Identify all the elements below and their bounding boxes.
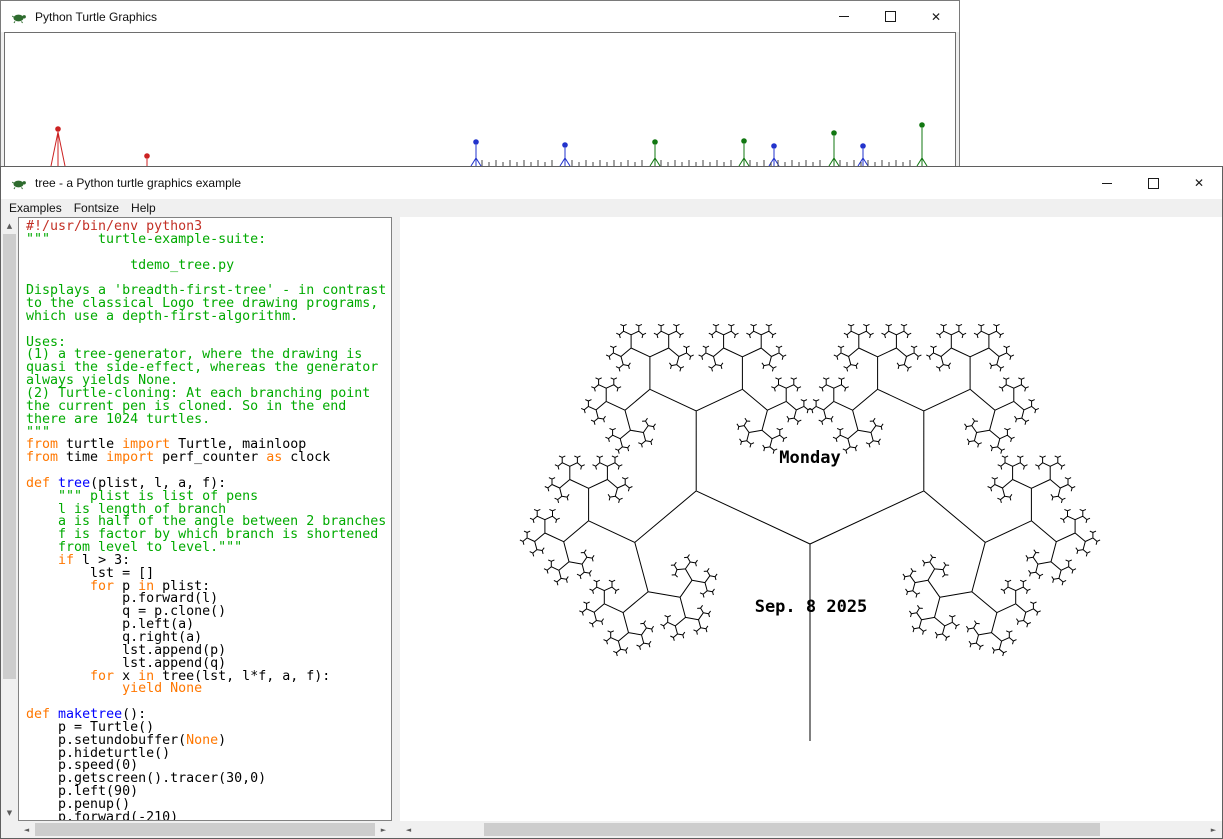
fractal-tree-path (520, 324, 1100, 741)
code-line: there are 1024 turtles. (26, 414, 391, 427)
menubar: Examples Fontsize Help (1, 199, 1222, 217)
menu-fontsize[interactable]: Fontsize (68, 201, 125, 215)
turtle-dot (562, 142, 568, 148)
window-content: ▲ ▼ #!/usr/bin/env python3""" turtle-exa… (1, 217, 1222, 838)
code-line: tdemo_tree.py (26, 260, 391, 273)
fg-maximize-button[interactable] (1130, 167, 1176, 199)
canvas-horizontal-scrollbar[interactable]: ◄ ► (400, 821, 1222, 838)
editor-horizontal-scrollbar[interactable]: ◄ ► (18, 821, 392, 838)
canvas-hscroll-thumb[interactable] (484, 823, 1100, 836)
scroll-left-icon[interactable]: ◄ (400, 821, 417, 838)
pane-sash[interactable] (392, 217, 400, 821)
minimize-icon (1102, 183, 1112, 184)
scroll-down-icon[interactable]: ▼ (1, 804, 18, 821)
bg-window-title: Python Turtle Graphics (35, 10, 157, 24)
code-line: from time import perf_counter as clock (26, 452, 391, 465)
scroll-up-icon[interactable]: ▲ (1, 217, 18, 234)
turtle-dot (741, 138, 747, 144)
turtle-icon (11, 9, 27, 25)
turtle-dot (55, 126, 61, 132)
turtle-icon (11, 175, 27, 191)
code-line: p.forward(-210) (26, 812, 391, 821)
code-line: """ turtle-example-suite: (26, 234, 391, 247)
turtle-canvas[interactable]: Monday Sep. 8 2025 (400, 217, 1222, 821)
scroll-left-icon[interactable]: ◄ (18, 821, 35, 838)
fg-titlebar[interactable]: tree - a Python turtle graphics example … (1, 167, 1222, 199)
turtle-dot (860, 143, 866, 149)
turtle-dot (919, 122, 925, 128)
fractal-tree-svg: Monday Sep. 8 2025 (400, 217, 1222, 821)
vertical-scrollbar-thumb[interactable] (3, 234, 16, 679)
scroll-right-icon[interactable]: ► (1205, 821, 1222, 838)
editor-hscroll-thumb[interactable] (35, 823, 375, 836)
fg-window-controls: ✕ (1084, 167, 1222, 199)
maximize-icon (1148, 178, 1159, 189)
menu-help[interactable]: Help (125, 201, 162, 215)
menu-examples[interactable]: Examples (3, 201, 68, 215)
fg-close-button[interactable]: ✕ (1176, 167, 1222, 199)
canvas-label: Monday (779, 448, 840, 468)
code-editor[interactable]: #!/usr/bin/env python3""" turtle-example… (18, 217, 392, 821)
turtle-dot (144, 153, 150, 159)
fg-window-title: tree - a Python turtle graphics example (35, 176, 241, 190)
code-line: which use a depth-first-algorithm. (26, 311, 391, 324)
turtle-dot (771, 143, 777, 149)
close-icon: ✕ (1194, 177, 1204, 189)
turtle-dot (652, 139, 658, 145)
close-icon: ✕ (931, 11, 941, 23)
bg-minimize-button[interactable] (821, 1, 867, 32)
tree-example-window[interactable]: tree - a Python turtle graphics example … (0, 166, 1223, 839)
minimize-icon (839, 16, 849, 17)
fg-minimize-button[interactable] (1084, 167, 1130, 199)
bg-maximize-button[interactable] (867, 1, 913, 32)
turtle-dot (831, 130, 837, 136)
code-lines: #!/usr/bin/env python3""" turtle-example… (26, 221, 391, 821)
turtle-dot (473, 139, 479, 145)
code-line (26, 324, 391, 337)
bg-titlebar[interactable]: Python Turtle Graphics ✕ (1, 1, 959, 32)
scroll-right-icon[interactable]: ► (375, 821, 392, 838)
bg-window-controls: ✕ (821, 1, 959, 32)
canvas-label: Sep. 8 2025 (755, 597, 868, 617)
maximize-icon (885, 11, 896, 22)
bg-close-button[interactable]: ✕ (913, 1, 959, 32)
editor-vertical-scrollbar[interactable]: ▲ ▼ (1, 217, 18, 821)
code-line: yield None (26, 683, 391, 696)
